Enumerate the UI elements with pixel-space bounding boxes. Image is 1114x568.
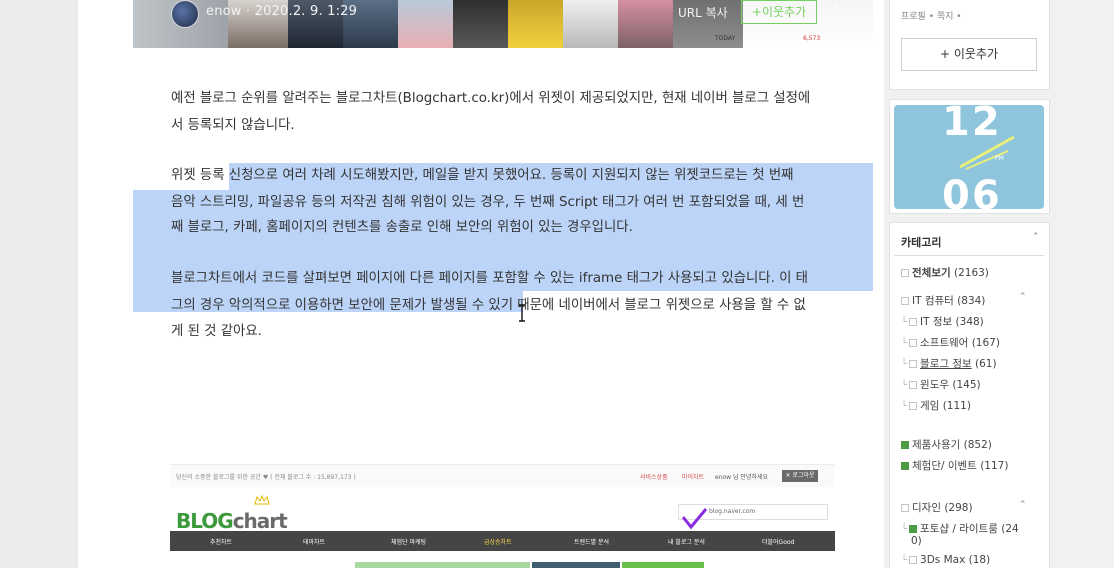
article-line: 게 된 것 같아요. — [171, 324, 262, 339]
divider — [894, 255, 1044, 256]
url-copy-button[interactable]: URL 복사 — [678, 4, 728, 21]
blogchart-logo: BLOGchart — [176, 509, 288, 533]
embed-navbar: 추천차트 테마차트 체험단 마케팅 급상승차트 트렌드별 분석 내 블로그 분석… — [170, 531, 835, 551]
today-count: 6,573 — [803, 35, 821, 42]
author-avatar[interactable] — [171, 0, 199, 28]
category-item-3ds-max[interactable]: └ 3Ds Max (18) — [901, 554, 990, 566]
category-item-it-computer[interactable]: IT 컴퓨터 (834) — [901, 293, 985, 308]
chevron-up-icon[interactable]: ⌃ — [1032, 232, 1040, 242]
crown-icon — [254, 495, 270, 505]
article-line: 블로그차트에서 코드를 살펴보면 페이지에 다른 페이지를 포함할 수 있는 i… — [171, 271, 809, 286]
embed-banner — [355, 562, 530, 568]
text-cursor-icon — [519, 304, 525, 322]
clock-ampm: PM — [995, 155, 1004, 162]
embed-logout-button: ✕ 로그아웃 — [782, 470, 818, 482]
embed-banner — [532, 562, 620, 568]
embed-nav-item: 추천차트 — [210, 539, 233, 546]
article-line: 위젯 등록 신청으로 여러 차례 시도해봤지만, 메일을 받지 못했어요. 등록… — [171, 168, 794, 183]
checkmark-icon — [681, 508, 708, 530]
category-item-game[interactable]: └ 게임 (111) — [901, 398, 971, 413]
embed-user-greeting: enow 님 안녕하세요 — [715, 474, 769, 481]
embed-banner — [622, 562, 704, 568]
chevron-up-icon[interactable]: ⌃ — [1019, 500, 1027, 510]
category-item-photoshop-wrap: 0) — [911, 535, 922, 547]
category-item-all[interactable]: 전체보기 (2163) — [901, 265, 989, 280]
embed-nav-item: 트렌드별 분석 — [574, 539, 610, 546]
profile-meta[interactable]: 프로필 • 쪽지 • — [901, 9, 962, 22]
category-item-photoshop[interactable]: └ 포토샵 / 라이트룸 (24 — [901, 521, 1019, 536]
category-item-design[interactable]: 디자인 (298) — [901, 500, 973, 515]
embed-nav-item: 내 블로그 분석 — [668, 539, 705, 546]
article-line: 예전 블로그 순위를 알려주는 블로그차트(Blogchart.co.kr)에서… — [171, 91, 811, 106]
blogchart-screenshot[interactable]: 당신의 소중한 블로그를 위한 공간 ♥ ( 전체 블로그 수 : 15,897… — [170, 464, 835, 568]
article-line: 서 등록되지 않습니다. — [171, 118, 295, 133]
embed-services-link: 서비스상품 — [640, 474, 668, 481]
embed-nav-item: 더블어Good — [762, 539, 795, 546]
page: enow · 2020.2. 9. 1:29 URL 복사 +이웃추가 ⋮ TO… — [0, 0, 1114, 568]
clock-minute: 06 — [942, 173, 1002, 209]
category-item-events[interactable]: 체험단/ 이벤트 (117) — [901, 458, 1008, 473]
more-options-icon[interactable]: ⋮ — [828, 2, 844, 21]
embed-nav-item: 체험단 마케팅 — [391, 539, 427, 546]
category-item-software[interactable]: └ 소프트웨어 (167) — [901, 335, 1000, 350]
embed-tagline: 당신의 소중한 블로그를 위한 공간 ♥ ( 전체 블로그 수 : 15,897… — [176, 474, 356, 481]
category-item-it-info[interactable]: └ IT 정보 (348) — [901, 314, 984, 329]
author-and-date[interactable]: enow · 2020.2. 9. 1:29 — [206, 4, 357, 19]
today-label: TODAY — [715, 35, 736, 42]
clock-widget: 12 PM 06 — [894, 105, 1044, 209]
embed-mypage-link: 마이차트 — [682, 474, 705, 481]
article-line: 째 블로그, 카페, 홈페이지의 컨텐츠를 송출로 인해 보안의 위험이 있는 … — [171, 220, 633, 235]
category-title: 카테고리 — [901, 236, 942, 249]
clock-hands-icon — [959, 135, 1015, 170]
category-item-blog-info[interactable]: └ 블로그 정보 (61) — [901, 356, 997, 371]
category-item-windows[interactable]: └ 윈도우 (145) — [901, 377, 981, 392]
article-line: 음악 스트리밍, 파일공유 등의 저작권 침해 위험이 있는 경우, 두 번째 … — [171, 195, 805, 210]
article-line: 그의 경우 악의적으로 이용하면 보안에 문제가 발생될 수 있기 때문에 네이… — [171, 298, 806, 313]
chevron-up-icon[interactable]: ⌃ — [1019, 292, 1027, 302]
category-item-product-review[interactable]: 제품사용기 (852) — [901, 437, 992, 452]
add-neighbor-button[interactable]: +이웃추가 — [741, 0, 817, 24]
sidebar-add-neighbor-button[interactable]: + 이웃추가 — [901, 38, 1037, 71]
embed-nav-item: 급상승차트 — [484, 539, 512, 546]
embed-nav-item: 테마차트 — [303, 539, 326, 546]
